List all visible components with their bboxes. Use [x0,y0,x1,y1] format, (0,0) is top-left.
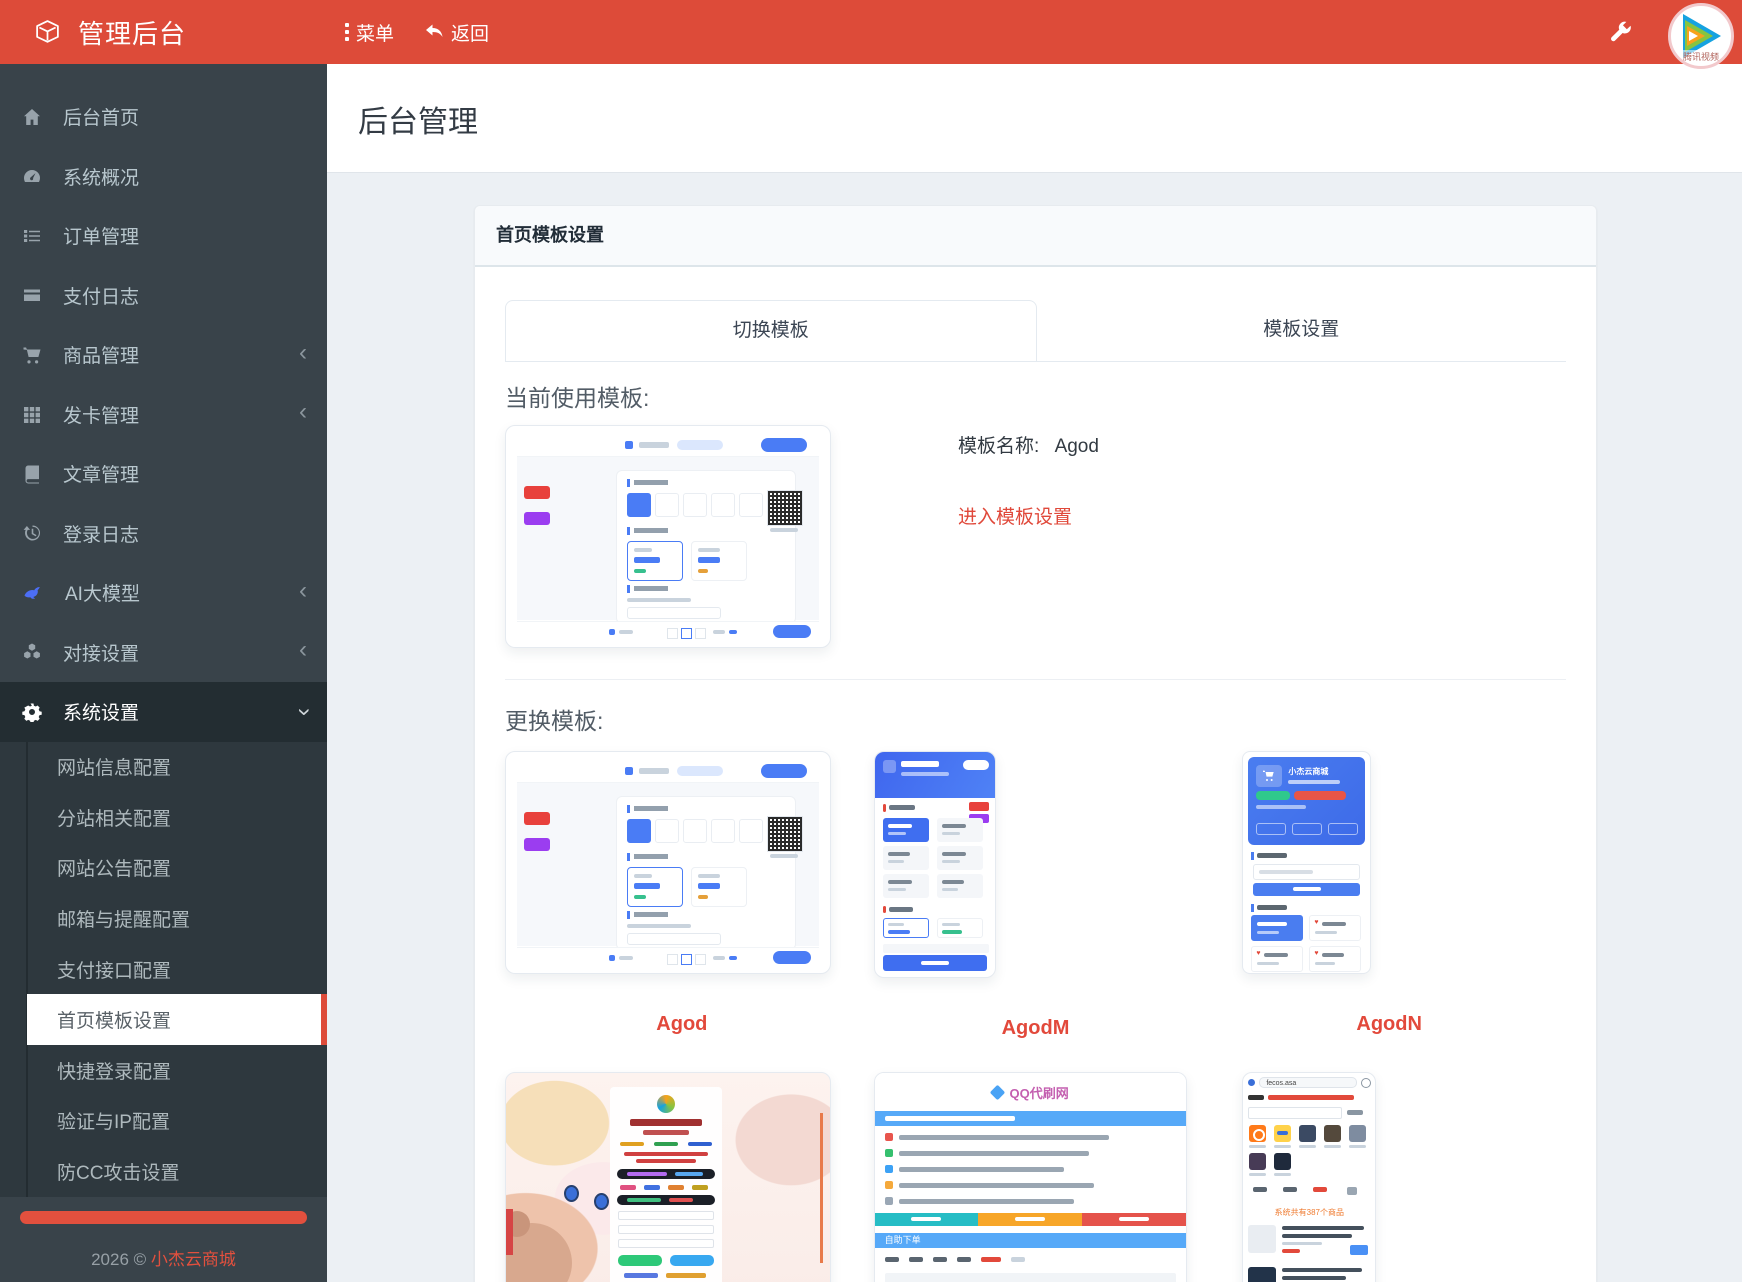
wrench-icon[interactable] [1607,20,1633,46]
sidebar: 后台首页 系统概况 订单管理 支付日志 商品管理 ‹ 发卡管理 [0,64,327,1282]
template-name-agodn: AgodN [1212,1013,1566,1036]
template-name-agodm: AgodM [859,1017,1213,1040]
fecos-address-bar: fecos.asa [1259,1077,1357,1088]
template-thumbnail-agodn[interactable]: 小杰云商城 [1242,751,1371,974]
qr-code [767,816,803,852]
qg-header: QQ代刷网 [875,1073,1186,1111]
template-tabs: 切换模板 模板设置 [505,300,1566,362]
submenu-payment-api[interactable]: 支付接口配置 [0,944,327,995]
qg-order-section-bar: 自助下单 [875,1233,1186,1248]
back-button[interactable]: 返回 [424,19,489,46]
list-icon [22,226,42,246]
current-template-thumbnail [505,425,831,648]
admin-backend-screen: 管理后台 菜单 返回 腾讯视频 [0,0,1742,1282]
system-settings-submenu: 网站信息配置 分站相关配置 网站公告配置 邮箱与提醒配置 支付接口配置 首页模板… [0,742,327,1197]
submenu-substation[interactable]: 分站相关配置 [0,792,327,843]
sidebar-item-articles[interactable]: 文章管理 [0,444,327,504]
mock-footer-bar [517,621,819,642]
chevron-left-icon: ‹ [299,638,307,662]
credit-card-icon [22,285,42,305]
anime-side-ribbon [506,1209,513,1255]
template-thumbnail-agodm[interactable] [874,751,996,978]
chevron-left-icon: ‹ [299,400,307,424]
page-title-band: 后台管理 [327,64,1742,173]
gauge-icon [22,166,42,186]
content-area: 首页模板设置 切换模板 模板设置 当前使用模板: [327,173,1742,1282]
sidebar-item-integration[interactable]: 对接设置 ‹ [0,623,327,683]
template-settings-card: 首页模板设置 切换模板 模板设置 当前使用模板: [474,205,1597,1282]
template-thumbnail-fecos[interactable]: fecos.asa [1242,1072,1376,1282]
diamond-icon [989,1084,1005,1100]
sidebar-item-orders[interactable]: 订单管理 [0,206,327,266]
agodn-shop-title: 小杰云商城 [1288,766,1328,777]
user-avatar[interactable]: 腾讯视频 [1668,3,1734,69]
tab-template-settings[interactable]: 模板设置 [1037,300,1567,360]
app-title: 管理后台 [78,14,186,51]
qr-code [767,490,803,526]
fecos-product-row [1248,1223,1370,1257]
submenu-announcement[interactable]: 网站公告配置 [0,843,327,894]
sidebar-item-login-log[interactable]: 登录日志 [0,504,327,564]
template-name-value: Agod [1055,436,1099,457]
anime-art [564,1185,579,1202]
sidebar-item-payment-log[interactable]: 支付日志 [0,266,327,326]
sidebar-item-ai-model[interactable]: AI大模型 ‹ [0,563,327,623]
back-label: 返回 [451,19,489,46]
submenu-quick-login[interactable]: 快捷登录配置 [0,1045,327,1096]
grid-icon [22,404,42,424]
mock-navbar [517,434,819,457]
anime-center-panel [610,1087,722,1282]
submenu-verify-ip[interactable]: 验证与IP配置 [0,1096,327,1147]
menu-dots-icon [345,23,349,41]
chevron-down-icon: ‹ [291,708,315,716]
sidebar-item-overview[interactable]: 系统概况 [0,147,327,207]
submenu-anti-cc[interactable]: 防CC攻击设置 [0,1146,327,1197]
cart-icon [22,345,42,365]
footer-site-link[interactable]: 小杰云商城 [151,1250,236,1269]
home-icon [22,107,42,127]
submenu-email-reminder[interactable]: 邮箱与提醒配置 [0,893,327,944]
cube-logo-icon [34,19,61,46]
template-thumbnail-agod[interactable] [505,751,831,974]
top-header-bar: 管理后台 菜单 返回 [0,0,1742,64]
enter-template-settings-link[interactable]: 进入模板设置 [958,502,1072,529]
chevron-left-icon: ‹ [299,579,307,603]
sidebar-item-products[interactable]: 商品管理 ‹ [0,325,327,385]
fecos-product-count: 系统共有387个商品 [1243,1207,1375,1218]
sidebar-footer: 2026 © 小杰云商城 [0,1245,327,1270]
gear-icon [22,702,42,722]
page-title: 后台管理 [327,64,1742,141]
menu-label: 菜单 [356,19,394,46]
cubes-icon [22,642,42,662]
submenu-home-template[interactable]: 首页模板设置 [27,994,327,1045]
tab-switch-template[interactable]: 切换模板 [505,300,1037,362]
sidebar-accent-bar [20,1211,307,1224]
chevron-left-icon: ‹ [299,341,307,365]
back-arrow-icon [424,23,444,41]
cart-icon [1262,770,1276,782]
sidebar-item-system-settings[interactable]: 系统设置 ‹ [0,682,327,742]
card-title: 首页模板设置 [475,206,1596,267]
brand[interactable]: 管理后台 [0,0,327,64]
template-name-agod: Agod [505,1013,859,1036]
template-thumbnail-qg[interactable]: QQ代刷网 [874,1072,1187,1282]
sidebar-toggle[interactable]: 菜单 [345,19,394,46]
qg-logo-text: QQ代刷网 [1010,1083,1069,1102]
history-icon [22,523,42,543]
change-template-heading: 更换模板: [505,702,1566,736]
submenu-site-info[interactable]: 网站信息配置 [0,742,327,793]
section-divider [505,679,1566,680]
book-icon [22,464,42,484]
sidebar-item-card-issuing[interactable]: 发卡管理 ‹ [0,385,327,445]
avatar-caption: 腾讯视频 [1671,50,1731,63]
template-name-label: 模板名称: [958,436,1039,457]
whale-icon [22,583,44,603]
template-thumbnail-anime[interactable] [505,1072,831,1282]
fecos-product-row [1248,1265,1370,1282]
mock-buy-button [883,955,987,971]
sidebar-item-home[interactable]: 后台首页 [0,87,327,147]
current-template-heading: 当前使用模板: [505,379,1566,413]
template-name-row: 模板名称: Agod [958,431,1099,458]
